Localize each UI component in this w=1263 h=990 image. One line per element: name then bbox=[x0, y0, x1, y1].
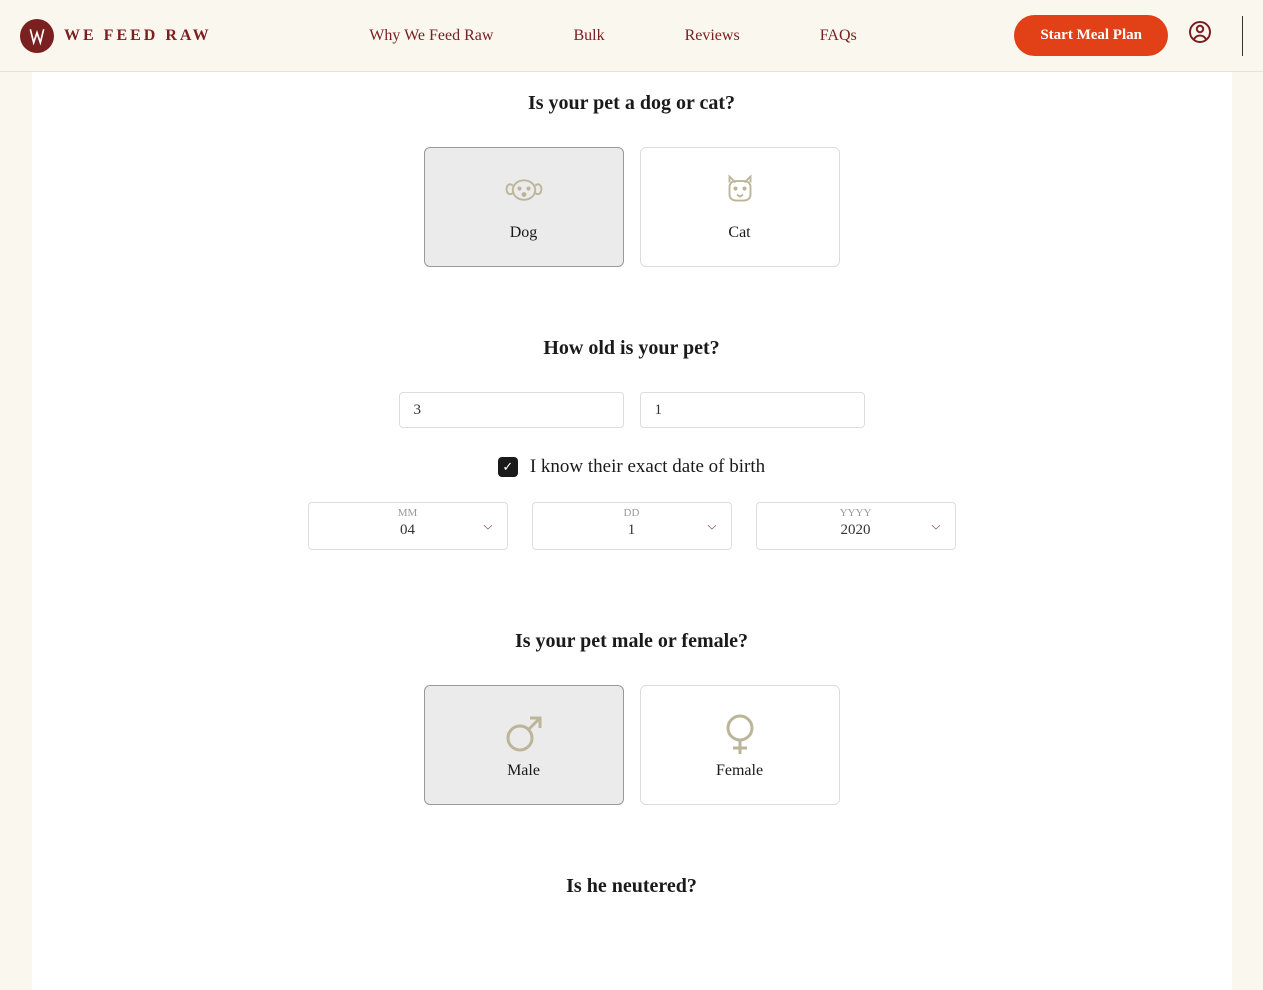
day-value: 1 bbox=[628, 522, 636, 538]
day-select[interactable]: DD 1 ⌵ bbox=[532, 502, 732, 550]
logo-text: WE FEED RAW bbox=[64, 27, 212, 45]
sex-female-option[interactable]: Female bbox=[640, 685, 840, 805]
male-icon bbox=[500, 710, 548, 746]
age-inputs bbox=[32, 392, 1232, 428]
nav-reviews[interactable]: Reviews bbox=[685, 27, 740, 45]
month-select[interactable]: MM 04 ⌵ bbox=[308, 502, 508, 550]
chevron-down-icon: ⌵ bbox=[707, 519, 716, 534]
female-icon bbox=[716, 710, 764, 746]
species-options: Dog Cat bbox=[32, 147, 1232, 267]
year-value: 2020 bbox=[841, 522, 871, 538]
account-icon[interactable] bbox=[1188, 20, 1212, 51]
day-label: DD bbox=[547, 507, 717, 519]
age-section: How old is your pet? ✓ I know their exac… bbox=[32, 337, 1232, 550]
cat-label: Cat bbox=[728, 224, 750, 242]
start-meal-plan-button[interactable]: Start Meal Plan bbox=[1014, 15, 1168, 56]
sex-options: Male Female bbox=[32, 685, 1232, 805]
sex-male-option[interactable]: Male bbox=[424, 685, 624, 805]
page-body: Is your pet a dog or cat? Dog bbox=[0, 72, 1263, 990]
years-input[interactable] bbox=[399, 392, 624, 428]
cat-icon bbox=[716, 172, 764, 208]
dog-label: Dog bbox=[510, 224, 538, 242]
year-select[interactable]: YYYY 2020 ⌵ bbox=[756, 502, 956, 550]
month-label: MM bbox=[323, 507, 493, 519]
species-cat-option[interactable]: Cat bbox=[640, 147, 840, 267]
nav-faqs[interactable]: FAQs bbox=[820, 27, 857, 45]
dog-icon bbox=[500, 172, 548, 208]
species-question: Is your pet a dog or cat? bbox=[32, 92, 1232, 115]
logo[interactable]: WE FEED RAW bbox=[20, 19, 212, 53]
dob-selects: MM 04 ⌵ DD 1 ⌵ YYYY 2020 ⌵ bbox=[32, 502, 1232, 550]
months-input[interactable] bbox=[640, 392, 865, 428]
dob-checkbox-row: ✓ I know their exact date of birth bbox=[32, 456, 1232, 478]
year-label: YYYY bbox=[771, 507, 941, 519]
header-right: Start Meal Plan bbox=[1014, 15, 1243, 56]
sex-section: Is your pet male or female? Male bbox=[32, 630, 1232, 805]
neutered-section: Is he neutered? bbox=[32, 875, 1232, 898]
logo-icon bbox=[20, 19, 54, 53]
chevron-down-icon: ⌵ bbox=[483, 519, 492, 534]
form-card: Is your pet a dog or cat? Dog bbox=[32, 72, 1232, 990]
species-dog-option[interactable]: Dog bbox=[424, 147, 624, 267]
nav-bulk[interactable]: Bulk bbox=[573, 27, 604, 45]
male-label: Male bbox=[507, 762, 540, 780]
dob-checkbox[interactable]: ✓ bbox=[498, 457, 518, 477]
dob-checkbox-label: I know their exact date of birth bbox=[530, 456, 765, 478]
sex-question: Is your pet male or female? bbox=[32, 630, 1232, 653]
age-question: How old is your pet? bbox=[32, 337, 1232, 360]
header: WE FEED RAW Why We Feed Raw Bulk Reviews… bbox=[0, 0, 1263, 72]
header-divider bbox=[1242, 16, 1243, 56]
female-label: Female bbox=[716, 762, 763, 780]
main-nav: Why We Feed Raw Bulk Reviews FAQs bbox=[369, 27, 856, 45]
nav-why[interactable]: Why We Feed Raw bbox=[369, 27, 493, 45]
month-value: 04 bbox=[400, 522, 415, 538]
chevron-down-icon: ⌵ bbox=[931, 519, 940, 534]
species-section: Is your pet a dog or cat? Dog bbox=[32, 92, 1232, 267]
neutered-question: Is he neutered? bbox=[32, 875, 1232, 898]
